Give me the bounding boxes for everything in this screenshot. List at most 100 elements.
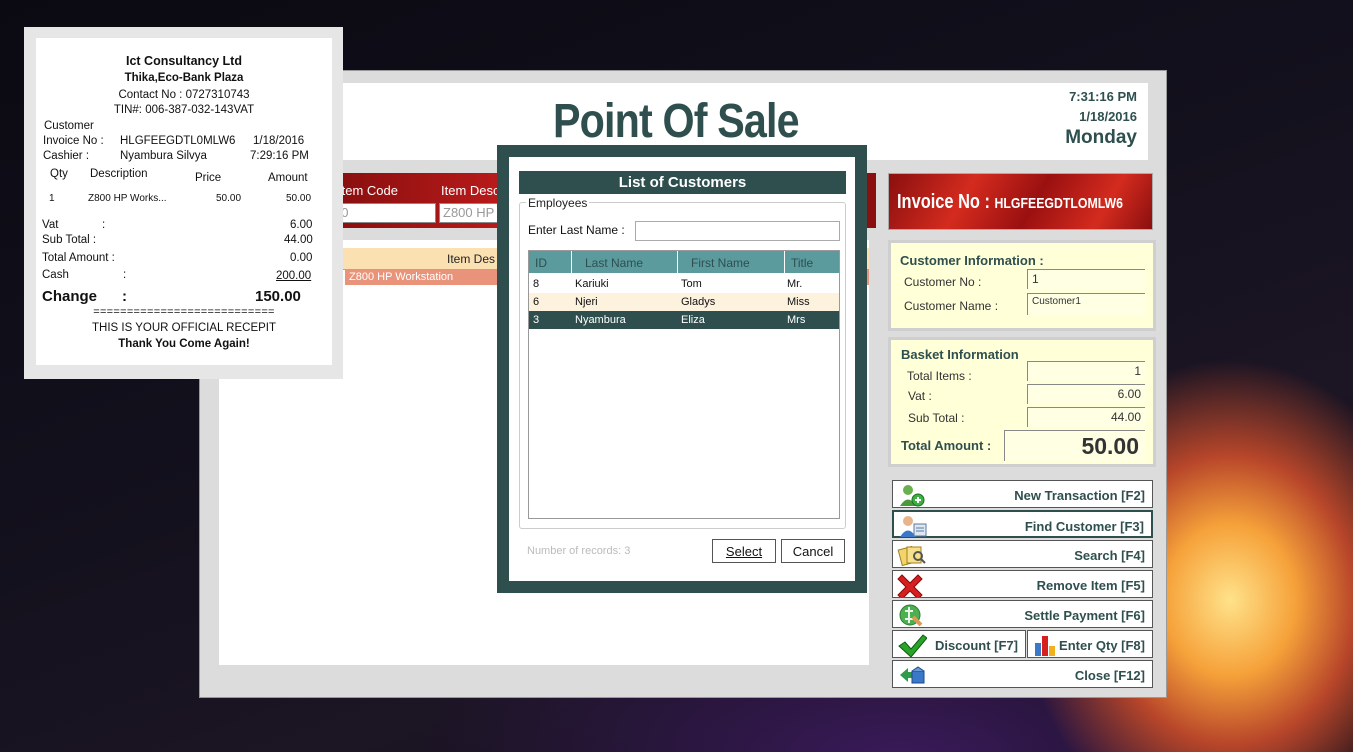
app-title: Point Of Sale bbox=[553, 95, 800, 148]
dialog-title: List of Customers bbox=[519, 171, 846, 194]
receipt-company: Ict Consultancy Ltd bbox=[126, 54, 242, 68]
vat-field: 6.00 bbox=[1027, 384, 1145, 404]
cancel-button-label: Cancel bbox=[792, 544, 834, 559]
basket-info-title: Basket Information bbox=[901, 347, 1019, 362]
receipt-change-colon: : bbox=[122, 288, 127, 305]
row-last-name: Kariuki bbox=[575, 278, 609, 290]
employees-group-label: Employees bbox=[526, 196, 590, 210]
row-last-name: Njeri bbox=[575, 296, 598, 308]
close-icon bbox=[900, 666, 925, 684]
last-name-label: Enter Last Name : bbox=[528, 223, 625, 237]
customer-name-field: Customer1 bbox=[1027, 293, 1145, 315]
total-items-field: 1 bbox=[1027, 361, 1145, 381]
customer-info-title: Customer Information : bbox=[900, 253, 1044, 268]
cancel-button[interactable]: Cancel bbox=[781, 539, 845, 563]
select-button[interactable]: Select bbox=[712, 539, 776, 563]
close-label: Close [F12] bbox=[1074, 668, 1145, 683]
table-row[interactable]: 8 Kariuki Tom Mr. bbox=[529, 275, 839, 293]
receipt-cash-label: Cash bbox=[42, 269, 69, 281]
row-title: Mr. bbox=[787, 278, 803, 290]
invoice-number-display: Invoice No : HLGFEEGDTLOMLW6 bbox=[897, 191, 1123, 214]
col-id[interactable]: ID bbox=[529, 251, 572, 273]
item-code-input[interactable]: 00 bbox=[330, 203, 436, 223]
receipt-subtotal: 44.00 bbox=[284, 234, 313, 246]
settle-payment-button[interactable]: Settle Payment [F6] bbox=[892, 600, 1153, 628]
discount-label: Discount [F7] bbox=[934, 638, 1018, 653]
remove-item-label: Remove Item [F5] bbox=[1036, 578, 1145, 593]
customer-table[interactable]: ID Last Name First Name Title 8 Kariuki … bbox=[528, 250, 840, 519]
receipt-customer-label: Customer bbox=[44, 120, 94, 132]
vat-label: Vat : bbox=[908, 389, 932, 403]
clock-time: 7:31:16 PM bbox=[1069, 89, 1137, 104]
sub-total-label: Sub Total : bbox=[908, 411, 965, 425]
row-first-name: Tom bbox=[681, 278, 702, 290]
new-user-icon bbox=[900, 485, 925, 507]
receipt-change-label: Change bbox=[42, 288, 98, 305]
receipt-tin: TIN#: 006-387-032-143VAT bbox=[113, 104, 255, 116]
receipt-total: 0.00 bbox=[290, 252, 313, 264]
row-title: Mrs bbox=[787, 314, 806, 326]
clock-date: 1/18/2016 bbox=[1079, 109, 1137, 124]
receipt-col-desc: Description bbox=[90, 168, 148, 180]
receipt-vat-colon: : bbox=[102, 219, 106, 231]
remove-icon bbox=[897, 574, 923, 597]
search-icon bbox=[897, 545, 926, 567]
receipt-vat-label: Vat bbox=[42, 219, 59, 231]
discount-button[interactable]: Discount [F7] bbox=[892, 630, 1026, 658]
table-row-selected[interactable]: 3 Nyambura Eliza Mrs bbox=[529, 311, 839, 329]
receipt-col-qty: Qty bbox=[50, 168, 68, 180]
table-row[interactable]: 6 Njeri Gladys Miss bbox=[529, 293, 839, 311]
row-last-name: Nyambura bbox=[575, 314, 626, 326]
receipt-total-label: Total Amount : bbox=[42, 252, 115, 264]
find-customer-button[interactable]: Find Customer [F3] bbox=[892, 510, 1153, 538]
remove-item-button[interactable]: Remove Item [F5] bbox=[892, 570, 1153, 598]
receipt-col-price: Price bbox=[195, 172, 222, 184]
receipt-invoice-date: 1/18/2016 bbox=[253, 135, 305, 147]
row-id: 3 bbox=[533, 314, 540, 326]
settle-payment-label: Settle Payment [F6] bbox=[1024, 608, 1145, 623]
row-first-name: Gladys bbox=[681, 296, 716, 308]
last-name-input[interactable] bbox=[635, 221, 840, 241]
invoice-number: HLGFEEGDTLOMLW6 bbox=[994, 195, 1123, 212]
item-desc-input[interactable]: Z800 HP W bbox=[439, 203, 499, 223]
sub-total-field: 44.00 bbox=[1027, 407, 1145, 427]
row-id: 8 bbox=[533, 278, 540, 290]
receipt-subtotal-label: Sub Total : bbox=[42, 234, 97, 246]
check-icon bbox=[898, 634, 927, 657]
find-customer-label: Find Customer [F3] bbox=[1024, 519, 1144, 534]
customer-name-label: Customer Name : bbox=[904, 299, 999, 313]
search-label: Search [F4] bbox=[1074, 548, 1145, 563]
total-items-label: Total Items : bbox=[907, 369, 972, 383]
row-id: 6 bbox=[533, 296, 540, 308]
bar-chart-icon bbox=[1035, 636, 1055, 656]
row-title: Miss bbox=[787, 296, 810, 308]
item-desc-label: Item Desc bbox=[441, 183, 500, 198]
receipt-separator: =========================== bbox=[93, 306, 275, 318]
receipt-invoice-label: Invoice No : bbox=[43, 135, 104, 147]
enter-qty-label: Enter Qty [F8] bbox=[1059, 638, 1145, 653]
search-button[interactable]: Search [F4] bbox=[892, 540, 1153, 568]
new-transaction-label: New Transaction [F2] bbox=[1014, 488, 1145, 503]
col-last-name[interactable]: Last Name bbox=[572, 251, 678, 273]
col-title[interactable]: Title bbox=[785, 251, 839, 273]
receipt-line-price: 50.00 bbox=[216, 193, 242, 204]
receipt-invoice-no: HLGFEEGDTL0MLW6 bbox=[120, 135, 236, 147]
customer-no-field: 1 bbox=[1027, 269, 1145, 289]
invoice-label: Invoice No : bbox=[897, 191, 990, 213]
receipt-footer-1: THIS IS YOUR OFFICIAL RECEPIT bbox=[91, 322, 277, 334]
receipt-cash-colon: : bbox=[123, 269, 127, 281]
receipt-line-amount: 50.00 bbox=[286, 193, 312, 204]
receipt-cashier: Nyambura Silvya bbox=[120, 150, 207, 162]
receipt-cash: 200.00 bbox=[276, 270, 312, 282]
receipt-cashier-time: 7:29:16 PM bbox=[250, 150, 309, 162]
enter-qty-button[interactable]: Enter Qty [F8] bbox=[1027, 630, 1153, 658]
col-first-name[interactable]: First Name bbox=[678, 251, 785, 273]
receipt-line-desc: Z800 HP Works... bbox=[88, 193, 167, 204]
grid-header-desc: Item Des bbox=[447, 252, 496, 266]
new-transaction-button[interactable]: New Transaction [F2] bbox=[892, 480, 1153, 508]
close-button[interactable]: Close [F12] bbox=[892, 660, 1153, 688]
record-count: Number of records: 3 bbox=[527, 545, 631, 557]
payment-icon bbox=[899, 604, 923, 627]
row-first-name: Eliza bbox=[681, 314, 705, 326]
receipt-change: 150.00 bbox=[255, 288, 301, 305]
